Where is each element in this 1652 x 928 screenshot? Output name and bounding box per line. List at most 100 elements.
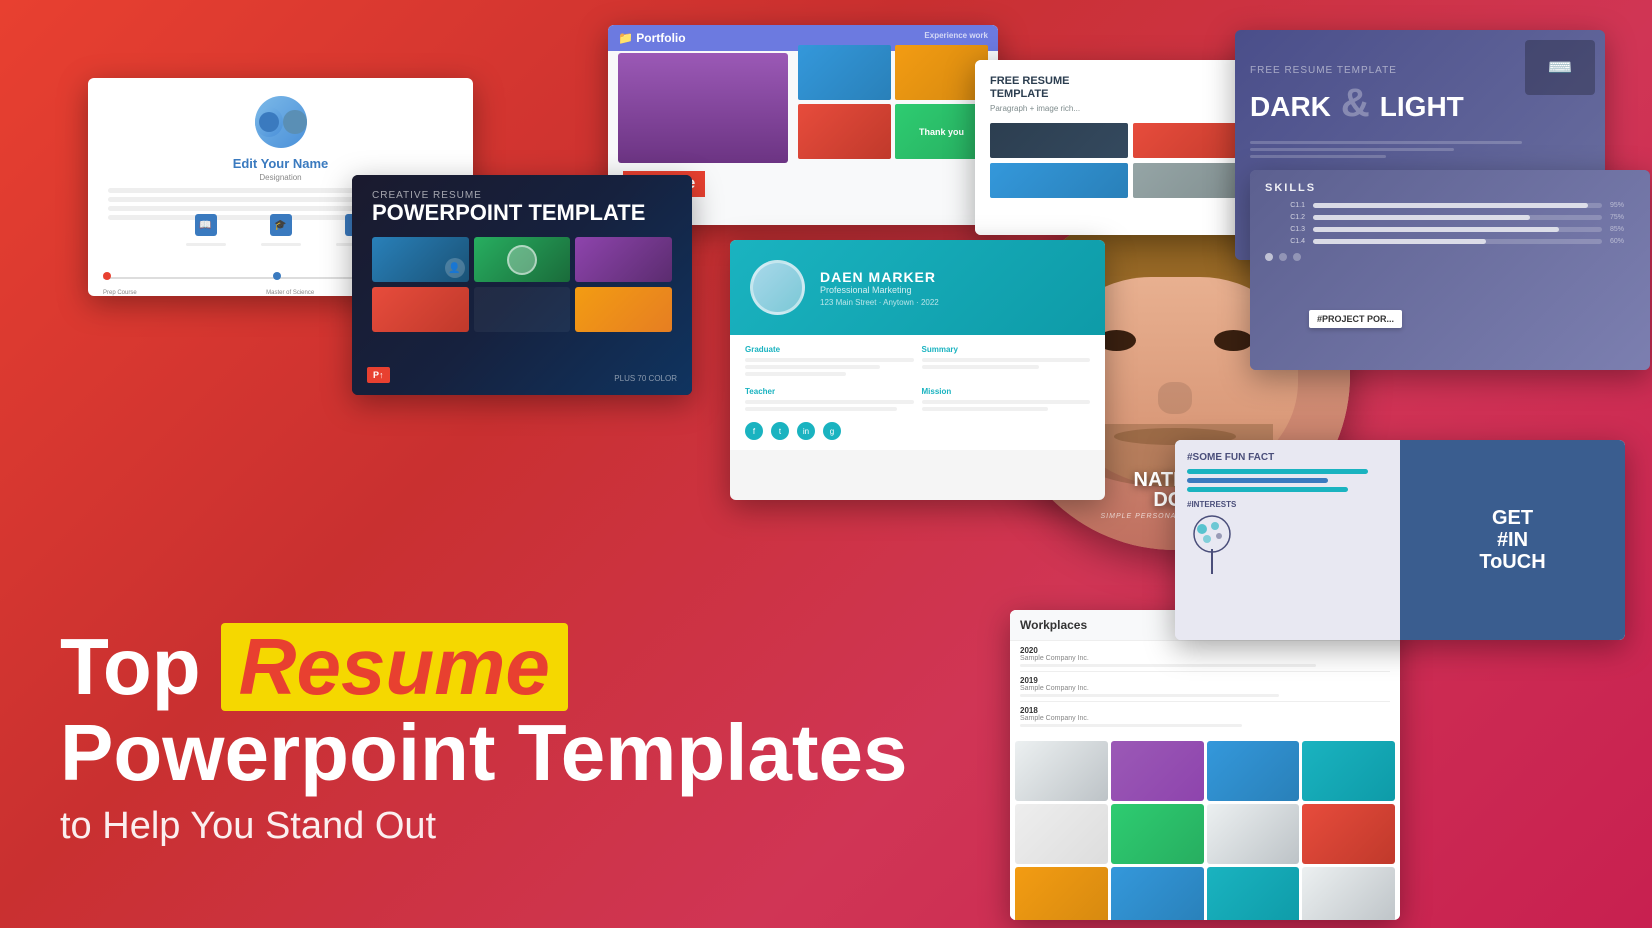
daen-contact: 123 Main Street · Anytown · 2022 [820, 298, 939, 307]
project-portfolio-label: #PROJECT POR... [1309, 310, 1402, 328]
grid-cell-wp-2 [1111, 741, 1204, 801]
fun-bar-2 [1187, 478, 1328, 483]
tree-icon [1187, 514, 1237, 574]
skill-pct-3: 85% [1610, 226, 1635, 233]
nose [1158, 382, 1192, 414]
workplace-item-2: 2019 Sample Company Inc. [1020, 676, 1390, 702]
grid-cell-wp-7 [1207, 804, 1300, 864]
workplace-bar-2 [1020, 694, 1279, 697]
grid-cell-5 [474, 287, 571, 332]
touch-text: ToUCH [1479, 551, 1545, 573]
creative-title: POWERPOINT TEMPLATE [372, 201, 672, 225]
skill-bar-fill-3 [1313, 227, 1559, 232]
dot-1 [1265, 253, 1273, 261]
daen-section-mission: Mission [922, 387, 1091, 414]
grid-cell-wp-1 [1015, 741, 1108, 801]
person-silhouette [618, 53, 788, 163]
in-text: #IN [1479, 529, 1545, 551]
card-fun-fact: #SOME FUN FACT #INTERESTS [1175, 440, 1625, 640]
fun-fact-right: GET #IN ToUCH [1400, 440, 1625, 640]
hero-line2: Powerpoint Templates [60, 711, 908, 795]
card-creative-resume: CREATIVE RESUME POWERPOINT TEMPLATE 👤 P↑… [352, 175, 692, 395]
skill-bar-fill-2 [1313, 215, 1530, 220]
grid-cell-6 [575, 287, 672, 332]
workplaces-content: Workplaces 2020 Sample Company Inc. 2019… [1010, 610, 1400, 920]
skills-content: SKILLS C1.1 95% C1.2 75% C1.3 [1250, 170, 1650, 370]
grid-cell-wp-5 [1015, 804, 1108, 864]
hero-line1: Top Resume [60, 623, 908, 711]
daen-section-teacher: Teacher [745, 387, 914, 414]
grid-cell-wp-12 [1302, 867, 1395, 920]
mini-card-1 [798, 45, 891, 100]
card-skills: SKILLS C1.1 95% C1.2 75% C1.3 [1250, 170, 1650, 370]
grid-cell-wp-6 [1111, 804, 1204, 864]
creative-resume-content: CREATIVE RESUME POWERPOINT TEMPLATE 👤 P↑… [352, 175, 692, 395]
skill-row-3: C1.3 85% [1265, 226, 1635, 233]
colors-badge: PLUS 70 COLOR [614, 374, 677, 383]
free-resume-layout [990, 123, 1270, 198]
skill-label-2: C1.2 [1265, 214, 1305, 221]
skill-bar-bg-4 [1313, 239, 1602, 244]
top-word: Top [60, 627, 201, 707]
book-icon: 📖 [195, 214, 217, 236]
hero-text-block: Top Resume Powerpoint Templates to Help … [60, 623, 908, 848]
daen-role: Professional Marketing [820, 285, 939, 295]
get-text: GET [1479, 507, 1545, 529]
daen-name: DAEN MARKER [820, 269, 939, 285]
interests-label: #INTERESTS [1187, 500, 1388, 509]
social-icon-4: g [823, 422, 841, 440]
skill-bar-fill-4 [1313, 239, 1486, 244]
card-workplaces: Workplaces 2020 Sample Company Inc. 2019… [1010, 610, 1400, 920]
line-3 [1250, 155, 1386, 158]
fun-bars [1187, 469, 1388, 492]
main-container: Edit Your Name Designation 📖 🎓 🏅 [0, 0, 1652, 928]
grid-cell-wp-3 [1207, 741, 1300, 801]
timeline-label-1: Prep Course [103, 290, 137, 296]
creative-grid: 👤 [372, 237, 672, 332]
workplace-bar-1 [1020, 664, 1316, 667]
skill-bar-bg-2 [1313, 215, 1602, 220]
daen-name-section: DAEN MARKER Professional Marketing 123 M… [820, 269, 939, 307]
fun-bar-3 [1187, 487, 1348, 492]
daen-bottom: Graduate Summary Teacher Mission [730, 335, 1105, 450]
daen-social-icons: f t in g [745, 422, 1090, 440]
skill-row-1: C1.1 95% [1265, 202, 1635, 209]
resume-avatar [255, 96, 307, 148]
skill-pct-4: 60% [1610, 238, 1635, 245]
timeline-label-2: Master of Science [266, 290, 314, 296]
daen-sections: Graduate Summary Teacher Mission [745, 345, 1090, 414]
dot-2 [1279, 253, 1287, 261]
skills-header: SKILLS [1265, 182, 1635, 194]
workplaces-list: 2020 Sample Company Inc. 2019 Sample Com… [1010, 641, 1400, 736]
mini-card-3 [798, 104, 891, 159]
skill-label-3: C1.3 [1265, 226, 1305, 233]
skill-bar-bg-1 [1313, 203, 1602, 208]
grid-cell-wp-11 [1207, 867, 1300, 920]
fun-fact-content: #SOME FUN FACT #INTERESTS [1175, 440, 1625, 640]
dot-3 [1293, 253, 1301, 261]
grid-cell-wp-10 [1111, 867, 1204, 920]
workplace-year-1: 2020 [1020, 646, 1390, 655]
daen-avatar [750, 260, 805, 315]
social-icon-3: in [797, 422, 815, 440]
workplace-company-1: Sample Company Inc. [1020, 655, 1390, 662]
typewriter-icon: ⌨️ [1525, 40, 1595, 95]
resume-name: Edit Your Name [233, 156, 329, 171]
daen-section-summary: Summary [922, 345, 1091, 379]
graduation-icon-item: 🎓 [261, 214, 301, 246]
get-in-touch-text: GET #IN ToUCH [1479, 507, 1545, 573]
grid-cell-3 [575, 237, 672, 282]
daen-header: DAEN MARKER Professional Marketing 123 M… [730, 240, 1105, 335]
workplace-item-3: 2018 Sample Company Inc. [1020, 706, 1390, 727]
workplace-year-3: 2018 [1020, 706, 1390, 715]
social-icon-2: t [771, 422, 789, 440]
fun-fact-title: #SOME FUN FACT [1187, 452, 1388, 463]
workplace-company-3: Sample Company Inc. [1020, 715, 1390, 722]
free-resume-subtitle: Paragraph + image rich... [990, 104, 1270, 113]
free-cell-3 [990, 163, 1128, 198]
workplace-year-2: 2019 [1020, 676, 1390, 685]
skill-row-4: C1.4 60% [1265, 238, 1635, 245]
portfolio-main-image [618, 53, 788, 163]
skill-row-2: C1.2 75% [1265, 214, 1635, 221]
skill-pct-2: 75% [1610, 214, 1635, 221]
